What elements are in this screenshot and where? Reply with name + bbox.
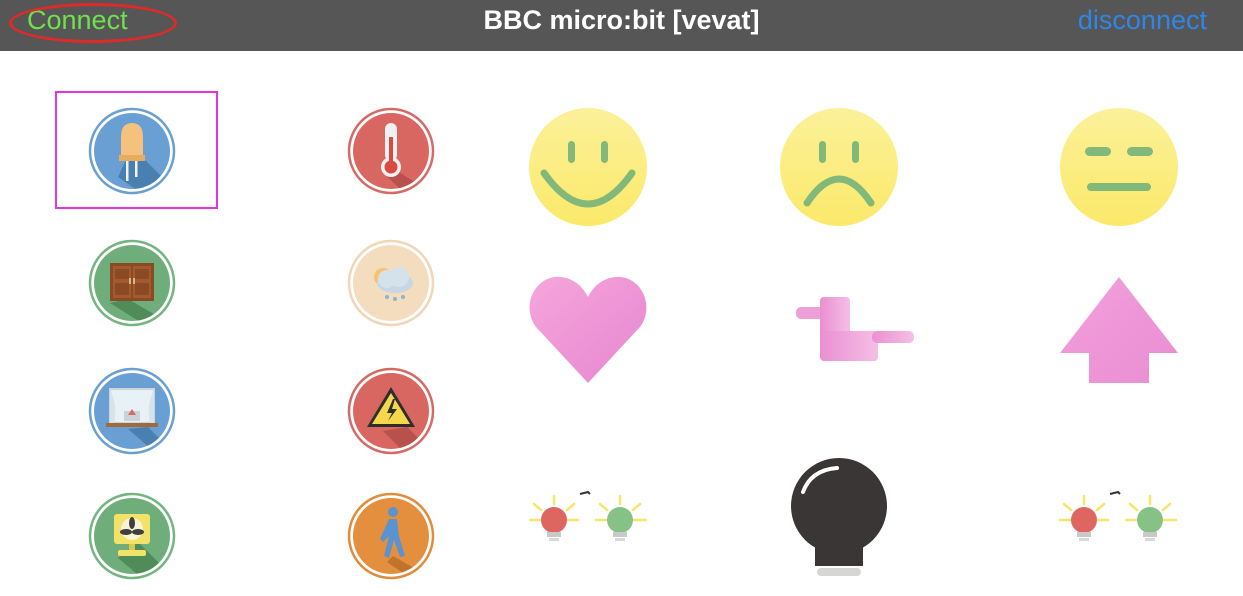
disconnect-button[interactable]: disconnect <box>1078 5 1207 36</box>
duck-tile[interactable] <box>792 293 916 365</box>
light-bulb-icon <box>791 458 887 576</box>
window-curtain-icon <box>88 367 176 455</box>
thermometer-icon <box>347 107 435 195</box>
neutral-face-tile[interactable] <box>1059 107 1179 227</box>
light-bulb-tile[interactable] <box>789 458 889 580</box>
cabinet-tile[interactable] <box>88 239 176 327</box>
duck-icon <box>796 297 914 361</box>
traffic-lights-tile-2[interactable] <box>1058 488 1182 548</box>
neutral-face-icon <box>1060 108 1178 226</box>
happy-face-tile[interactable] <box>528 107 648 227</box>
happy-face-icon <box>529 108 647 226</box>
warning-tile[interactable] <box>347 367 435 455</box>
walking-person-icon <box>347 492 435 580</box>
navigation-bar: Connect BBC micro:bit [vevat] disconnect <box>0 0 1243 51</box>
sad-face-tile[interactable] <box>779 107 899 227</box>
arrow-up-tile[interactable] <box>1059 275 1179 385</box>
sad-face-icon <box>780 108 898 226</box>
fan-icon <box>88 492 176 580</box>
cabinet-doors-icon <box>88 239 176 327</box>
arrow-up-icon <box>1060 277 1178 383</box>
traffic-lights-icon <box>528 490 648 541</box>
traffic-lights-icon <box>1058 490 1178 541</box>
warning-icon <box>347 367 435 455</box>
heart-icon <box>529 276 647 383</box>
heart-tile[interactable] <box>528 275 648 385</box>
weather-cloud-icon <box>347 239 435 327</box>
weather-tile[interactable] <box>347 239 435 327</box>
page-title: BBC micro:bit [vevat] <box>483 5 760 35</box>
thermometer-tile[interactable] <box>347 107 435 195</box>
fan-tile[interactable] <box>88 492 176 580</box>
led-icon <box>88 107 176 195</box>
window-tile[interactable] <box>88 367 176 455</box>
led-tile[interactable] <box>88 107 176 195</box>
walking-tile[interactable] <box>347 492 435 580</box>
traffic-lights-tile-1[interactable] <box>528 488 652 548</box>
